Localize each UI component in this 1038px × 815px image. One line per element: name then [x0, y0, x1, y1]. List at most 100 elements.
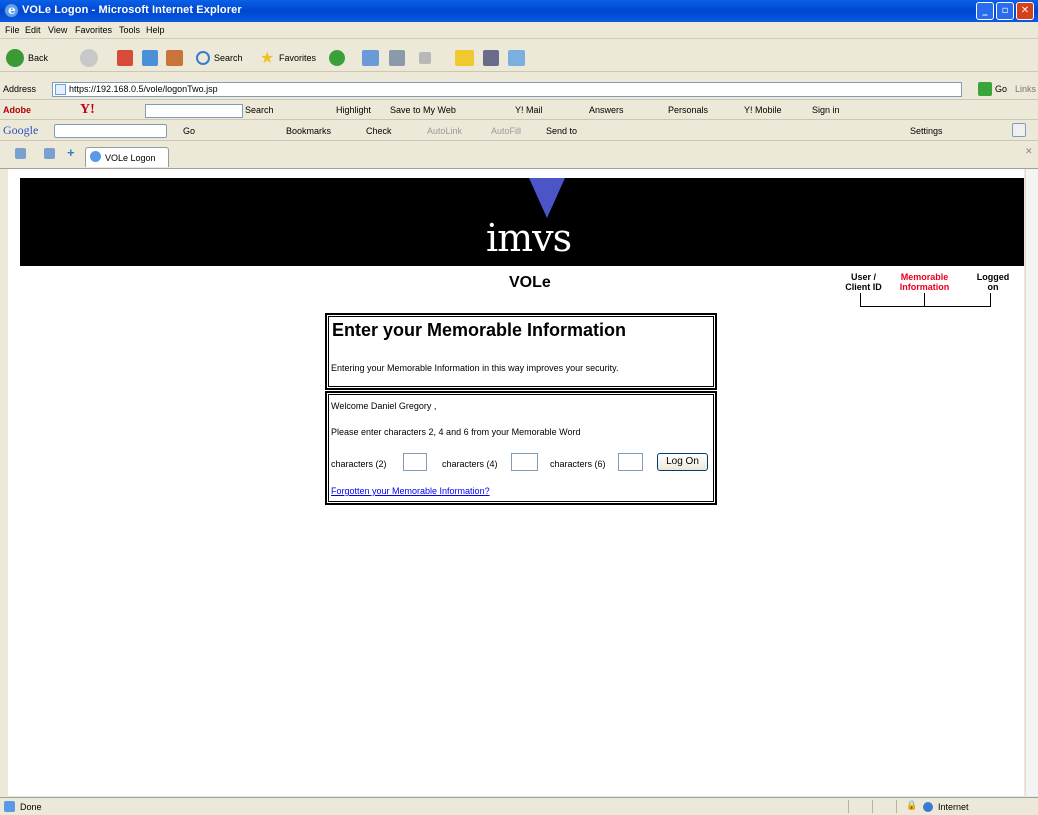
home-icon[interactable]: [166, 50, 183, 66]
favorites-star-icon[interactable]: ★: [260, 48, 274, 68]
internet-zone-icon: [923, 802, 933, 812]
lock-icon: 🔒: [906, 800, 918, 810]
log-on-button[interactable]: Log On: [657, 453, 708, 471]
menu-tools[interactable]: Tools: [119, 25, 140, 35]
instruction-text: Please enter characters 2, 4 and 6 from …: [331, 427, 581, 437]
personals-button[interactable]: Personals: [668, 105, 708, 115]
yahoo-logo-icon[interactable]: Y!: [80, 102, 95, 118]
refresh-icon[interactable]: [142, 50, 158, 66]
welcome-text: Welcome Daniel Gregory ,: [331, 401, 437, 411]
character-2-label: characters (2): [331, 459, 387, 469]
status-text: Done: [20, 802, 42, 812]
menu-edit[interactable]: Edit: [25, 25, 41, 35]
links-button[interactable]: Links: [1015, 84, 1036, 94]
tab-close-icon[interactable]: ✕: [1025, 146, 1033, 157]
step-label-line2: on: [987, 282, 999, 292]
browser-window: VOLe Logon - Microsoft Internet Explorer…: [0, 0, 1038, 815]
highlight-button[interactable]: Highlight: [336, 105, 371, 115]
imvs-logo: imvs: [486, 216, 572, 260]
sign-in-button[interactable]: Sign in: [812, 105, 840, 115]
bookmarks-button[interactable]: Bookmarks: [286, 126, 331, 136]
answers-button[interactable]: Answers: [589, 105, 624, 115]
character-6-input[interactable]: [618, 453, 643, 471]
title-bar: VOLe Logon - Microsoft Internet Explorer…: [0, 0, 1038, 22]
edit-icon[interactable]: [419, 52, 431, 64]
status-bar: Done 🔒 Internet: [0, 797, 1038, 815]
google-search-input[interactable]: [54, 124, 167, 138]
security-zone-label: Internet: [938, 802, 969, 812]
google-toolbar: Google Go Bookmarks Check AutoLink AutoF…: [0, 121, 1038, 141]
maximize-button[interactable]: ▫: [996, 2, 1014, 20]
step-memorable-information: Memorable Information: [897, 272, 952, 292]
google-go-button[interactable]: Go: [183, 126, 195, 136]
folder-icon[interactable]: [455, 50, 474, 66]
messenger-icon[interactable]: [508, 50, 525, 66]
go-arrow-icon[interactable]: [978, 82, 992, 96]
search-icon[interactable]: [196, 51, 210, 65]
character-2-input[interactable]: [403, 453, 427, 471]
app-name: VOLe: [509, 274, 551, 291]
back-arrow-icon[interactable]: [6, 49, 24, 67]
step-label-line1: User /: [850, 272, 876, 282]
step-label-line2: Client ID: [845, 282, 882, 292]
print-icon[interactable]: [389, 50, 405, 66]
save-to-my-web-button[interactable]: Save to My Web: [390, 105, 456, 115]
send-to-button[interactable]: Send to: [546, 126, 577, 136]
adobe-button[interactable]: Adobe: [3, 105, 31, 115]
stop-icon[interactable]: [117, 50, 133, 66]
address-label: Address: [3, 84, 37, 94]
settings-button[interactable]: Settings: [910, 126, 943, 136]
check-button[interactable]: Check: [366, 126, 392, 136]
tab-list-icon[interactable]: [44, 148, 55, 159]
close-button[interactable]: ✕: [1016, 2, 1034, 20]
step-connector: [924, 293, 925, 307]
character-4-input[interactable]: [511, 453, 538, 471]
page-icon: [55, 84, 66, 95]
autofill-button[interactable]: AutoFill: [491, 126, 521, 136]
autolink-button[interactable]: AutoLink: [427, 126, 462, 136]
character-6-label: characters (6): [550, 459, 606, 469]
yahoo-mail-button[interactable]: Y! Mail: [515, 105, 543, 115]
address-input[interactable]: https://192.168.0.5/vole/logonTwo.jsp: [52, 82, 962, 97]
step-connector: [990, 293, 991, 307]
tab-label: VOLe Logon: [105, 153, 156, 163]
address-url: https://192.168.0.5/vole/logonTwo.jsp: [69, 84, 218, 94]
mail-icon[interactable]: [362, 50, 379, 66]
security-subtitle: Entering your Memorable Information in t…: [331, 363, 619, 373]
logo-triangle-icon: [529, 178, 565, 218]
tab-page-icon: [90, 151, 101, 162]
go-button[interactable]: Go: [995, 84, 1007, 94]
menu-file[interactable]: File: [5, 25, 20, 35]
yahoo-search-button[interactable]: Search: [245, 105, 274, 115]
vertical-scrollbar[interactable]: [1025, 169, 1038, 796]
menu-help[interactable]: Help: [146, 25, 165, 35]
header-banner: imvs: [20, 178, 1024, 266]
window-title: VOLe Logon - Microsoft Internet Explorer: [22, 4, 242, 16]
step-user-client-id: User / Client ID: [841, 272, 886, 292]
forward-arrow-icon[interactable]: [80, 49, 98, 67]
step-logged-on: Logged on: [973, 272, 1013, 292]
back-button[interactable]: Back: [28, 53, 48, 63]
google-logo: Google: [3, 123, 39, 137]
tab-vole-logon[interactable]: VOLe Logon: [85, 147, 169, 167]
favorites-button[interactable]: Favorites: [279, 53, 316, 63]
minimize-button[interactable]: _: [976, 2, 994, 20]
forgotten-info-link[interactable]: Forgotten your Memorable Information?: [331, 486, 490, 496]
page-heading: Enter your Memorable Information: [332, 320, 627, 340]
research-icon[interactable]: [483, 50, 499, 66]
step-label-line2: Information: [899, 282, 950, 292]
yahoo-search-input[interactable]: [145, 104, 243, 118]
menu-favorites[interactable]: Favorites: [75, 25, 112, 35]
web-content: imvs VOLe User / Client ID Memorable Inf…: [8, 169, 1024, 796]
step-connector: [860, 293, 861, 307]
yahoo-mobile-button[interactable]: Y! Mobile: [744, 105, 782, 115]
ie-logo-icon: [4, 3, 19, 18]
add-to-favorites-icon[interactable]: +: [67, 145, 75, 160]
menu-view[interactable]: View: [48, 25, 67, 35]
history-icon[interactable]: [329, 50, 345, 66]
search-button[interactable]: Search: [214, 53, 243, 63]
step-label-line1: Memorable: [900, 272, 949, 282]
standard-toolbar: Back Search ★ Favorites: [0, 40, 1038, 72]
quick-tabs-icon[interactable]: [15, 148, 26, 159]
google-search-icon[interactable]: [1012, 123, 1026, 137]
